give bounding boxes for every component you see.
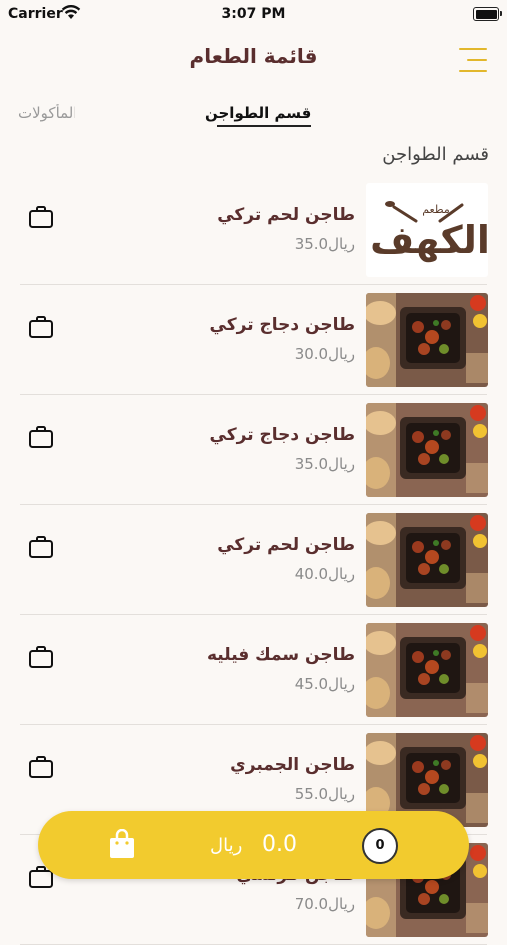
menu-item-name: طاجن دجاج تركي [209, 425, 355, 445]
menu-item-name: طاجن سمك فيليه [207, 645, 355, 665]
menu-item-price: 35.0ريال [294, 455, 355, 473]
menu-item-image [366, 623, 488, 717]
menu-item-price: 55.0ريال [294, 785, 355, 803]
menu-item-price: 35.0ريال [294, 235, 355, 253]
tab-other-label: قسم المأكولات [18, 104, 75, 122]
section-title: قسم الطواجن [382, 144, 489, 165]
menu-item-image: مطعم الكهف [366, 183, 488, 277]
menu-item[interactable]: مطعم الكهف طاجن لحم تركي 35.0ريال [0, 175, 507, 285]
tab-tawajin[interactable]: قسم الطواجن [205, 104, 312, 127]
menu-item[interactable]: طاجن سمك فيليه 45.0ريال [0, 615, 507, 725]
status-bar: Carrier 3:07 PM [0, 0, 507, 30]
hamburger-menu-icon[interactable] [457, 46, 489, 74]
menu-item[interactable]: طاجن دجاج تركي 30.0ريال [0, 285, 507, 395]
menu-item-name: طاجن لحم تركي [217, 535, 355, 555]
tab-other-section[interactable]: قسم المأكولات [18, 104, 75, 122]
menu-item[interactable]: طاجن لحم تركي 40.0ريال [0, 505, 507, 615]
battery-icon [473, 7, 502, 21]
add-to-cart-icon[interactable] [28, 205, 54, 229]
add-to-cart-icon[interactable] [28, 425, 54, 449]
shopping-bag-icon [110, 829, 134, 858]
clock: 3:07 PM [221, 6, 286, 22]
cart-summary-bar[interactable]: ريال 0.0 0 [38, 811, 469, 879]
add-to-cart-icon[interactable] [28, 755, 54, 779]
cart-currency: ريال [210, 835, 243, 856]
menu-item-image [366, 513, 488, 607]
add-to-cart-icon[interactable] [28, 645, 54, 669]
menu-item-price: 70.0ريال [294, 895, 355, 913]
menu-item-name: طاجن دجاج تركي [209, 315, 355, 335]
menu-item-price: 45.0ريال [294, 675, 355, 693]
menu-item[interactable]: طاجن دجاج تركي 35.0ريال [0, 395, 507, 505]
svg-text:مطعم: مطعم [422, 203, 450, 216]
menu-item-image [366, 403, 488, 497]
menu-item-name: طاجن لحم تركي [217, 205, 355, 225]
menu-item-price: 40.0ريال [294, 565, 355, 583]
menu-item-price: 30.0ريال [294, 345, 355, 363]
svg-text:الكهف: الكهف [370, 218, 488, 262]
add-to-cart-icon[interactable] [28, 535, 54, 559]
cart-count-badge: 0 [362, 828, 398, 864]
page-title: قائمة الطعام [189, 44, 318, 68]
menu-item-image [366, 293, 488, 387]
cart-total: 0.0 [262, 832, 297, 857]
category-tabs: قسم الطواجن قسم المأكولات [0, 100, 507, 130]
add-to-cart-icon[interactable] [28, 315, 54, 339]
menu-item-name: طاجن الجمبري [230, 755, 355, 775]
